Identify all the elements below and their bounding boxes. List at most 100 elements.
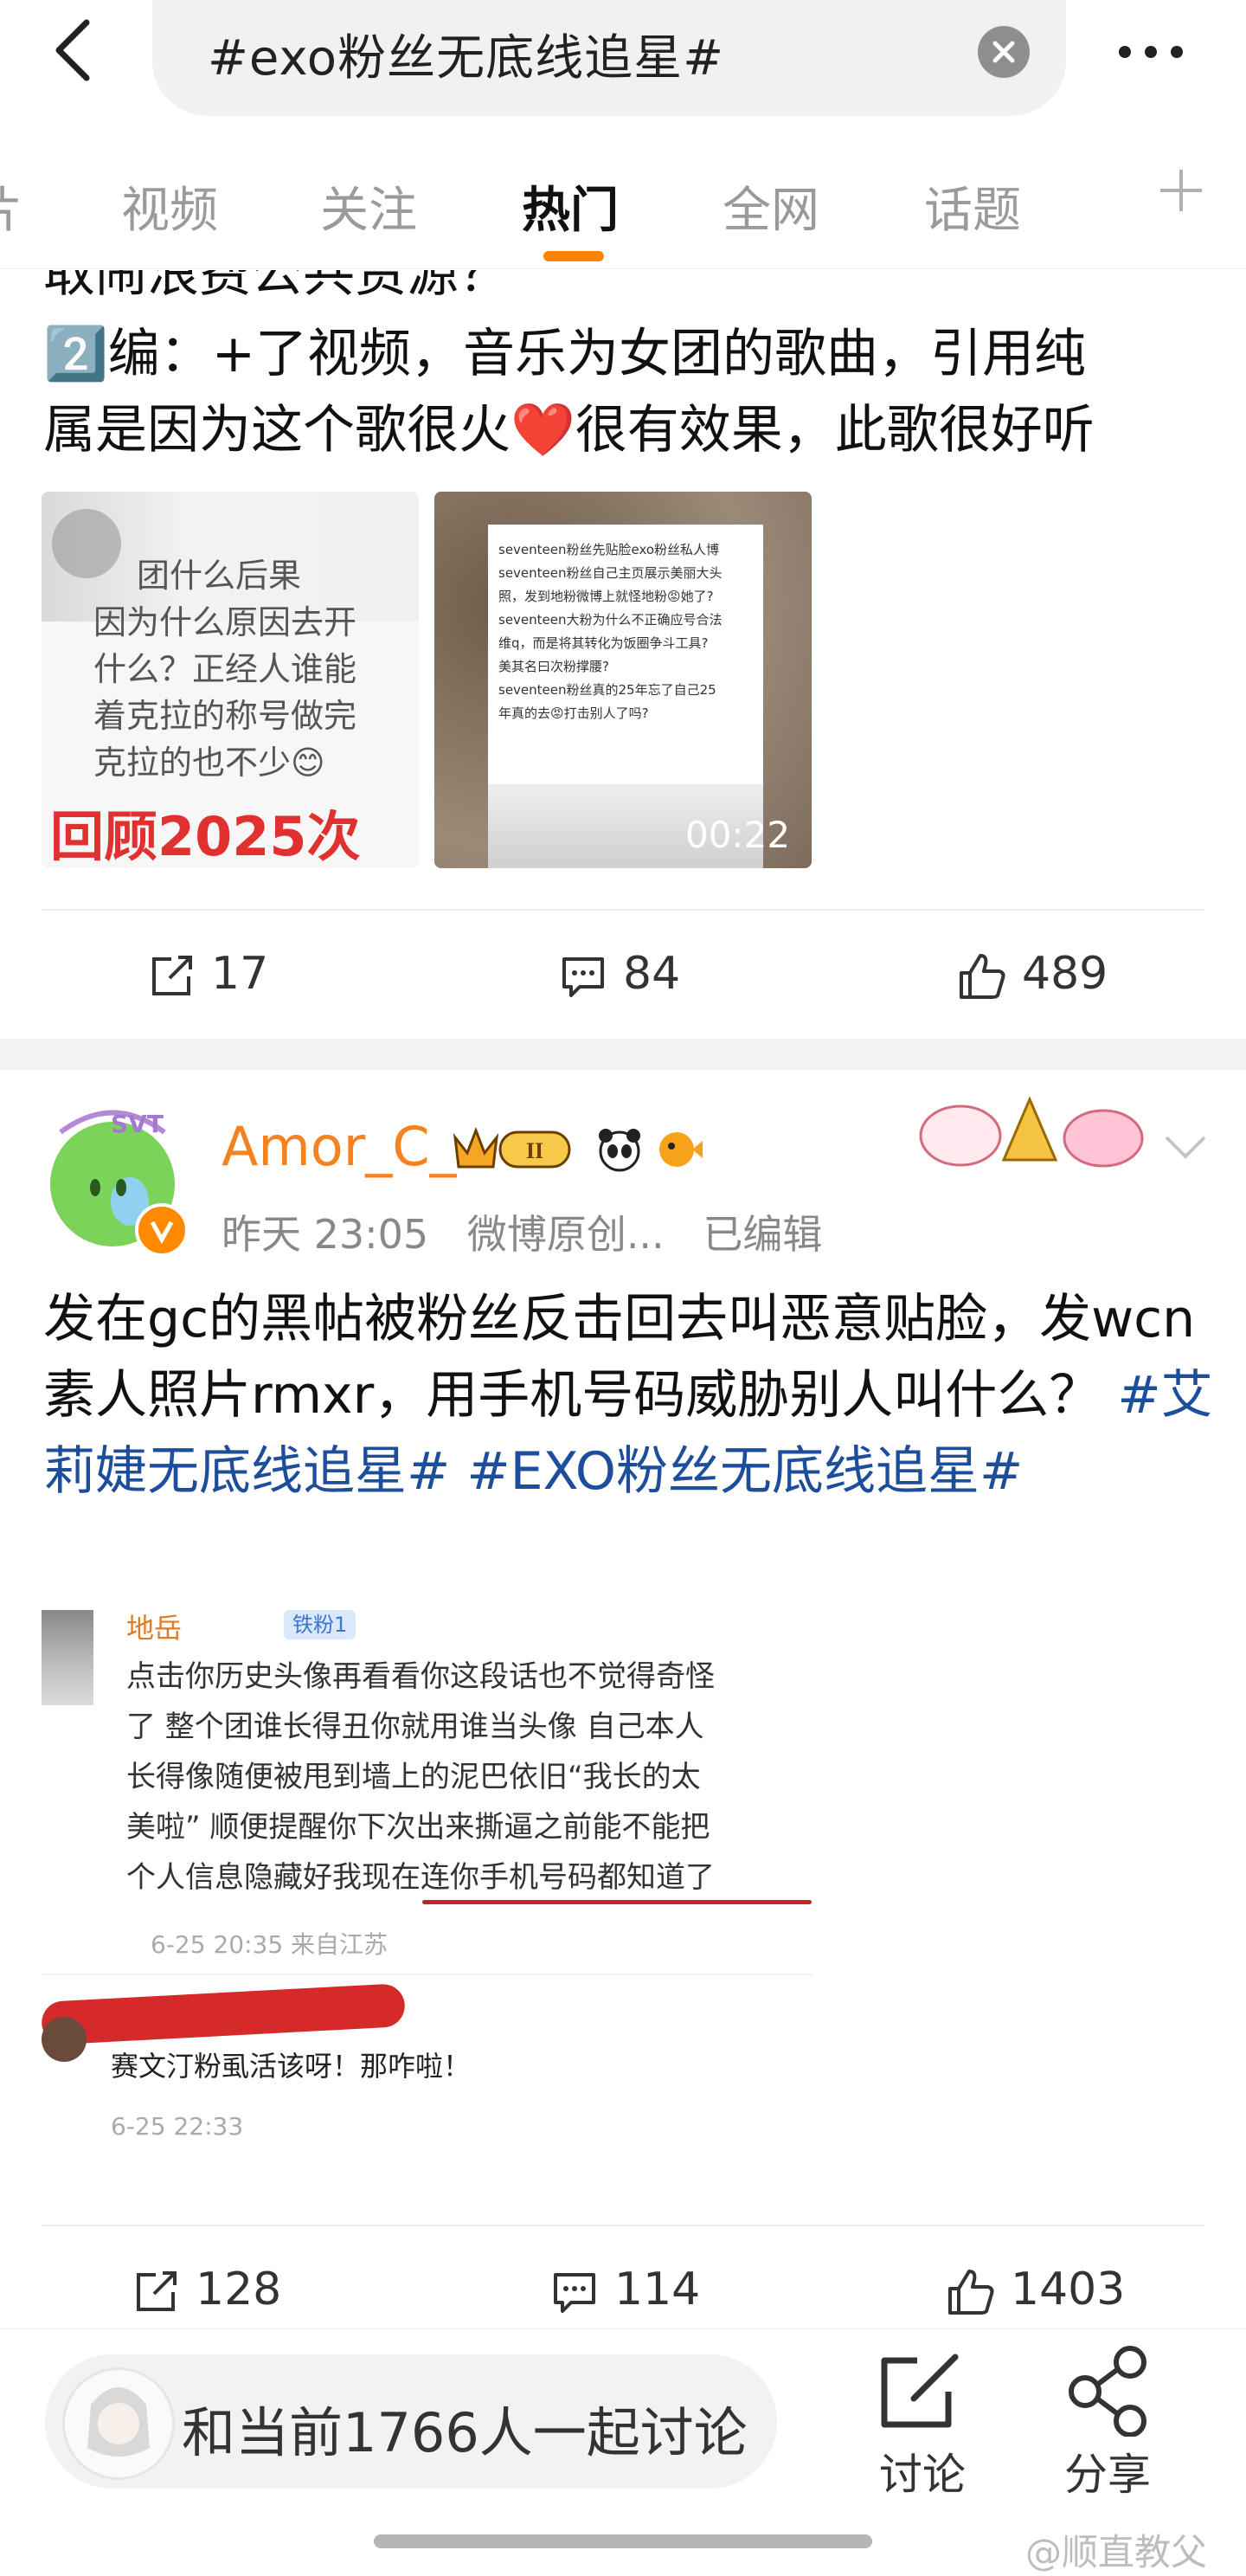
post-meta: 昨天 23:05 微博原创... 已编辑 xyxy=(222,1203,822,1260)
video-duration: 00:22 xyxy=(685,814,791,856)
blurred-avatar xyxy=(42,1610,93,1705)
tab-topics[interactable]: 话题 xyxy=(924,171,1021,242)
discuss-prompt[interactable]: 和当前1766人一起讨论 xyxy=(182,2389,748,2467)
comment-line: 了 整个团谁长得丑你就用谁当头像 自己本人 xyxy=(126,1710,704,1744)
add-tab-button[interactable] xyxy=(1155,164,1207,216)
user-avatar-small xyxy=(62,2367,175,2480)
badge-level: II xyxy=(526,1138,543,1163)
active-tab-indicator xyxy=(543,251,604,261)
user-avatar[interactable]: SVT xyxy=(35,1098,190,1257)
tab-all-web[interactable]: 全网 xyxy=(723,171,819,242)
panda-icon xyxy=(595,1125,644,1174)
back-button[interactable] xyxy=(45,16,106,85)
edited-label: 已编辑 xyxy=(703,1211,823,1258)
tab-pictures[interactable]: 片 xyxy=(0,171,22,242)
edit-icon xyxy=(881,2354,959,2428)
image-text-line: 克拉的也不少😊 xyxy=(93,744,325,782)
share-icon xyxy=(1069,2346,1146,2438)
topic-link[interactable]: #EXO粉丝无底线追星# xyxy=(466,1441,1023,1502)
post1-image[interactable]: 团什么后果 因为什么原因去开 什么？正经人谁能 着克拉的称号做完 克拉的也不少😊… xyxy=(42,492,419,868)
fan-badge: 铁粉1 xyxy=(284,1610,356,1639)
post1-text-line: 2️⃣编：+了视频，音乐为女团的歌曲，引用纯 xyxy=(43,324,1086,384)
thumbs-up-icon xyxy=(948,2270,994,2315)
tab-following[interactable]: 关注 xyxy=(320,171,417,242)
image-red-caption: 回顾2025次 xyxy=(50,805,361,868)
avatar-label: SVT xyxy=(111,1110,164,1138)
video-caption-line: seventeen粉丝先贴脸exo粉丝私人博 xyxy=(498,542,720,557)
like-count: 489 xyxy=(1022,948,1108,1000)
comment-user: 地岳 xyxy=(126,1612,183,1645)
more-options-button[interactable] xyxy=(1108,26,1194,78)
comment-line: 长得像随便被甩到墙上的泥巴依旧“我长的太 xyxy=(126,1760,701,1794)
image-text-line: 着克拉的称号做完 xyxy=(93,697,357,735)
comment-button[interactable]: 114 xyxy=(549,2264,700,2324)
divider xyxy=(42,1974,812,1975)
tab-video[interactable]: 视频 xyxy=(121,171,218,242)
tab-bar: 片 视频 关注 热门 全网 话题 xyxy=(0,130,1246,269)
image-text-line: 因为什么原因去开 xyxy=(93,603,357,641)
share-label: 分享 xyxy=(1064,2450,1151,2500)
comment-line: 美啦” 顺便提醒你下次出来撕逼之前能不能把 xyxy=(126,1810,710,1845)
divider xyxy=(42,909,1204,911)
divider xyxy=(42,2225,1204,2226)
username[interactable]: Amor_C_ xyxy=(222,1115,457,1178)
video-caption-line: 年真的去😡打击别人了吗? xyxy=(498,705,649,721)
post2-image[interactable]: 地岳 铁粉1 点击你历史头像再看看你这段话也不觉得奇怪 了 整个团谁长得丑你就用… xyxy=(40,1601,812,2173)
video-caption-line: 照，发到地粉微博上就怪地粉😡她了? xyxy=(498,589,714,604)
comment-icon xyxy=(562,957,604,997)
post1-video[interactable]: seventeen粉丝先贴脸exo粉丝私人博 seventeen粉丝自己主页展示… xyxy=(434,492,812,868)
back-arrow-icon xyxy=(55,19,90,81)
comment-line: 点击你历史头像再看看你这段话也不觉得奇怪 xyxy=(126,1659,715,1694)
discuss-label: 讨论 xyxy=(879,2450,966,2500)
repost-icon xyxy=(137,2271,177,2311)
thumbs-up-icon xyxy=(960,954,1005,999)
comment-text: 点击你历史头像再看看你这段话也不觉得奇怪 了 整个团谁长得丑你就用谁当头像 自己… xyxy=(126,1652,715,1903)
image-text-line: 团什么后果 xyxy=(137,557,302,595)
tab-hot[interactable]: 热门 xyxy=(522,171,619,242)
video-caption-line: seventeen粉丝真的25年忘了自己25 xyxy=(498,682,716,698)
blurred-avatar xyxy=(52,509,121,578)
post2-text: 发在gc的黑帖被粉丝反击回去叫恶意贴脸，发wcn素人照片rmxr，用手机号码威胁… xyxy=(43,1281,1213,1510)
post-source: 微博原创... xyxy=(466,1211,665,1258)
red-underline xyxy=(422,1900,812,1904)
comment-count: 84 xyxy=(623,948,681,1000)
video-caption-card: seventeen粉丝先贴脸exo粉丝私人博 seventeen粉丝自己主页展示… xyxy=(488,525,763,784)
post-menu-button[interactable] xyxy=(1161,1130,1210,1165)
home-indicator[interactable] xyxy=(374,2534,872,2548)
decorative-sticker xyxy=(900,1082,1159,1186)
repost-icon xyxy=(152,956,192,995)
more-dots-icon xyxy=(1119,46,1183,58)
chevron-down-icon xyxy=(1165,1136,1206,1159)
video-caption-line: 美其名曰次粉撑腰? xyxy=(498,659,609,674)
comment-meta: 6-25 20:35 来自江苏 xyxy=(151,1930,389,1959)
red-scribble xyxy=(40,1983,407,2045)
comment-count: 114 xyxy=(614,2264,701,2315)
watermark: @顺直教父 xyxy=(1025,2531,1208,2573)
video-caption-line: seventeen大粉为什么不正确应号合法 xyxy=(498,612,723,628)
clear-search-button[interactable] xyxy=(978,26,1030,78)
post-separator xyxy=(0,1039,1246,1070)
like-button[interactable]: 1403 xyxy=(945,2264,1125,2324)
repost-count: 17 xyxy=(211,948,269,1000)
post1-action-bar: 17 84 489 xyxy=(0,913,1246,1043)
video-caption-line: 维q，而是将其转化为饭圈争斗工具? xyxy=(498,635,709,651)
close-icon xyxy=(992,41,1015,63)
member-badge-icon: II xyxy=(450,1124,580,1174)
comment-button[interactable]: 84 xyxy=(557,948,680,1008)
comment-icon xyxy=(554,2273,595,2313)
search-query[interactable]: #exo粉丝无底线追星# xyxy=(208,19,724,89)
repost-count: 128 xyxy=(196,2264,282,2315)
pufferfish-icon xyxy=(652,1125,704,1174)
comment-meta: 6-25 22:33 xyxy=(111,2112,244,2141)
blurred-avatar xyxy=(42,2017,87,2062)
repost-button[interactable]: 17 xyxy=(145,948,268,1008)
discuss-button[interactable]: 讨论 xyxy=(862,2341,983,2523)
repost-button[interactable]: 128 xyxy=(130,2264,281,2324)
plus-icon xyxy=(1160,170,1202,211)
comment-text: 赛文汀粉虱活该呀！那咋啦！ xyxy=(111,2050,472,2083)
share-button[interactable]: 分享 xyxy=(1047,2341,1168,2523)
post2-text-body: 发在gc的黑帖被粉丝反击回去叫恶意贴脸，发wcn素人照片rmxr，用手机号码威胁… xyxy=(43,1289,1196,1426)
comment-line: 个人信息隐藏好我现在连你手机号码都知道了 xyxy=(126,1860,715,1895)
verified-badge-icon xyxy=(135,1203,189,1257)
like-button[interactable]: 489 xyxy=(956,948,1108,1008)
